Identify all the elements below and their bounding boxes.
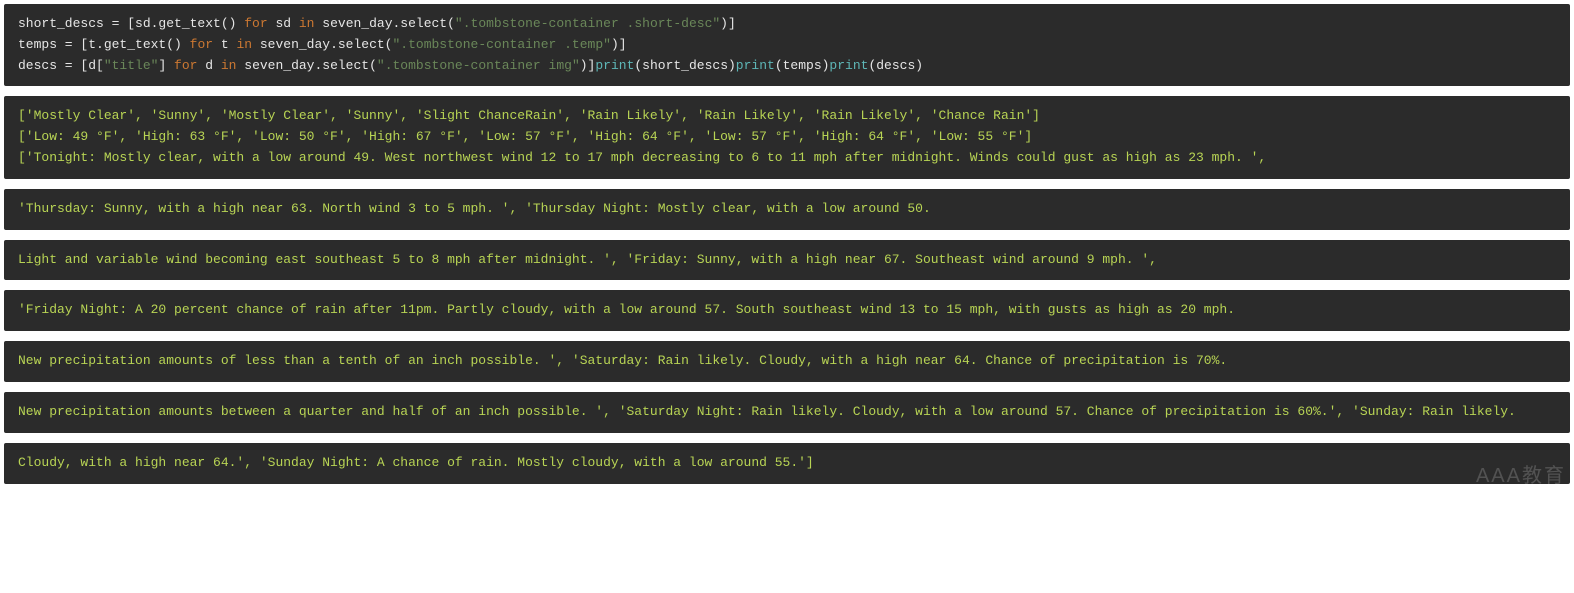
- keyword-in: in: [299, 16, 315, 31]
- output-block-7: Cloudy, with a high near 64.', 'Sunday N…: [4, 443, 1570, 484]
- code-block: short_descs = [sd.get_text() for sd in s…: [4, 4, 1570, 86]
- output-block-3: Light and variable wind becoming east so…: [4, 240, 1570, 281]
- output-line: ['Low: 49 °F', 'High: 63 °F', 'Low: 50 °…: [18, 129, 1032, 144]
- output-block-1: ['Mostly Clear', 'Sunny', 'Mostly Clear'…: [4, 96, 1570, 178]
- output-block-5: New precipitation amounts of less than a…: [4, 341, 1570, 382]
- print-call: print: [595, 58, 634, 73]
- output-block-6: New precipitation amounts between a quar…: [4, 392, 1570, 433]
- keyword-for: for: [244, 16, 267, 31]
- output-block-4: 'Friday Night: A 20 percent chance of ra…: [4, 290, 1570, 331]
- output-line: ['Tonight: Mostly clear, with a low arou…: [18, 150, 1266, 165]
- output-line: 'Thursday: Sunny, with a high near 63. N…: [18, 201, 931, 216]
- output-line: New precipitation amounts of less than a…: [18, 353, 1227, 368]
- output-line: ['Mostly Clear', 'Sunny', 'Mostly Clear'…: [18, 108, 1040, 123]
- output-line: Light and variable wind becoming east so…: [18, 252, 1157, 267]
- output-block-2: 'Thursday: Sunny, with a high near 63. N…: [4, 189, 1570, 230]
- string-literal: ".tombstone-container .short-desc": [455, 16, 720, 31]
- output-line: Cloudy, with a high near 64.', 'Sunday N…: [18, 455, 814, 470]
- output-line: New precipitation amounts between a quar…: [18, 404, 1516, 419]
- code-text: short_descs = [sd.get_text(): [18, 16, 244, 31]
- output-line: 'Friday Night: A 20 percent chance of ra…: [18, 302, 1235, 317]
